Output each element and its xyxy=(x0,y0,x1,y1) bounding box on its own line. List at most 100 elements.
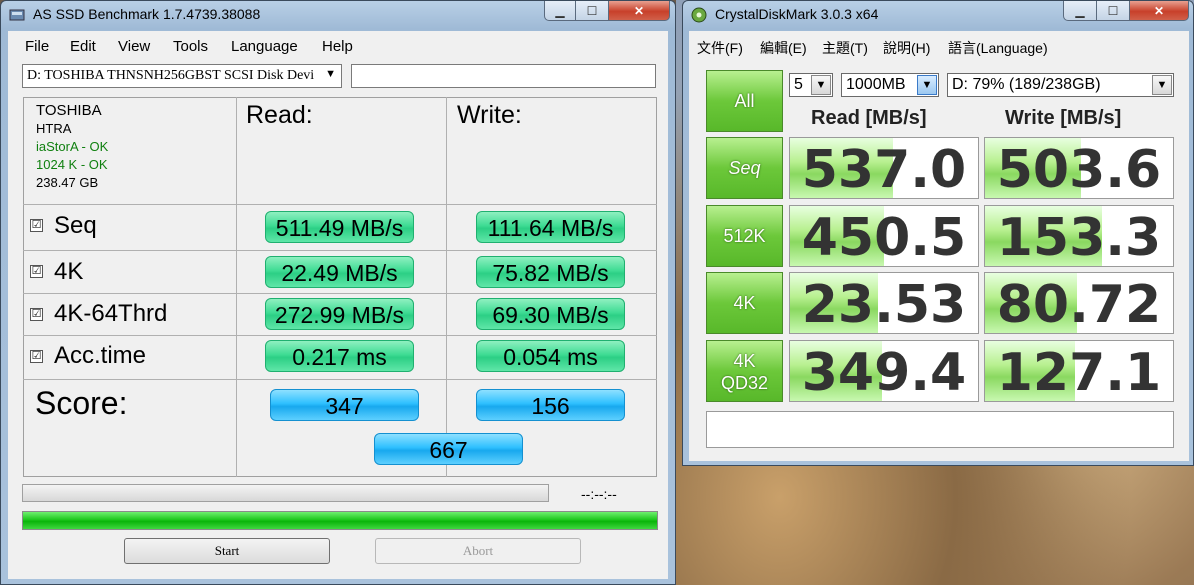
4kqd32-test-label: 4K xyxy=(733,351,756,371)
cdm-menu-help[interactable]: 說明(H) xyxy=(883,38,930,58)
drive-select-value: D: TOSHIBA THNSNH256GBST SCSI Disk Devi xyxy=(27,68,315,83)
acctime-write-value: 0.054 ms xyxy=(476,340,625,372)
write-header: Write: xyxy=(457,101,522,129)
seq-read-value: 511.49 MB/s xyxy=(265,211,414,243)
4k64-label: 4K-64Thrd xyxy=(54,300,168,327)
maximize-button[interactable]: ☐ xyxy=(575,1,609,21)
4kqd32-read-cell: 349.4 xyxy=(789,340,979,402)
drive-select[interactable]: D: TOSHIBA THNSNH256GBST SCSI Disk Devi … xyxy=(22,64,342,88)
menu-tools[interactable]: Tools xyxy=(173,38,208,55)
4kqd32-write-value: 127.1 xyxy=(996,343,1162,402)
4k-write-value: 75.82 MB/s xyxy=(476,256,625,288)
chevron-down-icon: ▼ xyxy=(811,75,831,95)
abort-button[interactable]: Abort xyxy=(375,538,581,564)
cdm-menu-language[interactable]: 語言(Language) xyxy=(948,38,1048,58)
menu-edit[interactable]: Edit xyxy=(70,38,96,55)
cdm-minimize-button[interactable]: ▁ xyxy=(1063,1,1097,21)
cdm-read-header: Read [MB/s] xyxy=(811,107,927,129)
seq-write-value: 111.64 MB/s xyxy=(476,211,625,243)
cdm-menu-theme[interactable]: 主題(T) xyxy=(822,38,868,58)
4k-read-value: 22.49 MB/s xyxy=(265,256,414,288)
cdm-drive-select[interactable]: D: 79% (189/238GB) ▼ xyxy=(947,73,1174,97)
4k-write-cell: 80.72 xyxy=(984,272,1174,334)
chevron-down-icon: ▼ xyxy=(917,75,937,95)
drive-vendor: TOSHIBA xyxy=(36,102,102,119)
4kqd32-read-value: 349.4 xyxy=(801,343,967,402)
menu-help[interactable]: Help xyxy=(322,38,353,55)
4k64-checkbox[interactable]: ☑ xyxy=(30,308,43,321)
drive-alignment-status: 1024 K - OK xyxy=(36,157,108,172)
seq-write-value: 503.6 xyxy=(996,140,1162,199)
512k-read-cell: 450.5 xyxy=(789,205,979,267)
drive-extra-field[interactable] xyxy=(351,64,656,88)
as-ssd-titlebar[interactable]: AS SSD Benchmark 1.7.4739.38088 ▁ ☐ ✕ xyxy=(1,1,675,29)
seq-test-label: Seq xyxy=(728,158,761,178)
acctime-read-value: 0.217 ms xyxy=(265,340,414,372)
cdm-menu-file[interactable]: 文件(F) xyxy=(697,38,743,58)
seq-label: Seq xyxy=(54,212,97,239)
count-select[interactable]: 5 ▼ xyxy=(789,73,833,97)
size-select[interactable]: 1000MB ▼ xyxy=(841,73,939,97)
cdm-close-button[interactable]: ✕ xyxy=(1129,1,1189,21)
4k-write-value: 80.72 xyxy=(996,275,1162,334)
overall-progress-fill xyxy=(23,512,657,529)
4kqd32-test-label2: QD32 xyxy=(720,373,769,393)
as-ssd-app-icon xyxy=(9,9,25,21)
drive-size: 238.47 GB xyxy=(36,175,99,190)
size-select-value: 1000MB xyxy=(846,76,906,93)
drive-info: TOSHIBA HTRA iaStorA - OK 1024 K - OK 23… xyxy=(36,102,108,192)
cdm-menu-edit[interactable]: 編輯(E) xyxy=(760,38,807,58)
close-button[interactable]: ✕ xyxy=(608,1,670,21)
seq-read-value: 537.0 xyxy=(801,140,967,199)
cdm-titlebar[interactable]: CrystalDiskMark 3.0.3 x64 ▁ ☐ ✕ xyxy=(683,1,1193,29)
512k-write-cell: 153.3 xyxy=(984,205,1174,267)
menu-language[interactable]: Language xyxy=(231,38,298,55)
cdm-window-title: CrystalDiskMark 3.0.3 x64 xyxy=(715,6,879,22)
4k64-read-value: 272.99 MB/s xyxy=(265,298,414,330)
score-write-value: 156 xyxy=(476,389,625,421)
512k-read-value: 450.5 xyxy=(801,208,967,267)
window-title: AS SSD Benchmark 1.7.4739.38088 xyxy=(33,6,261,22)
4k-checkbox[interactable]: ☑ xyxy=(30,265,43,278)
4k-label: 4K xyxy=(54,258,84,285)
512k-test-label: 512K xyxy=(723,226,766,246)
seq-test-button[interactable]: Seq xyxy=(706,137,783,199)
4k64-write-value: 69.30 MB/s xyxy=(476,298,625,330)
comment-field[interactable] xyxy=(706,411,1174,448)
acctime-checkbox[interactable]: ☑ xyxy=(30,350,43,363)
acctime-label: Acc.time xyxy=(54,342,147,369)
menu-file[interactable]: File xyxy=(25,38,49,55)
4kqd32-write-cell: 127.1 xyxy=(984,340,1174,402)
read-header: Read: xyxy=(246,101,313,129)
cdm-maximize-button[interactable]: ☐ xyxy=(1096,1,1130,21)
512k-write-value: 153.3 xyxy=(996,208,1162,267)
4k-read-cell: 23.53 xyxy=(789,272,979,334)
drive-firmware: HTRA xyxy=(36,121,72,136)
score-label: Score: xyxy=(35,385,128,421)
all-button[interactable]: All xyxy=(706,70,783,132)
overall-progress-bar xyxy=(22,511,658,530)
chevron-down-icon: ▼ xyxy=(1152,75,1172,95)
as-ssd-window: AS SSD Benchmark 1.7.4739.38088 ▁ ☐ ✕ Fi… xyxy=(0,0,676,585)
4k-read-value: 23.53 xyxy=(801,275,967,334)
drive-driver-status: iaStorA - OK xyxy=(36,139,109,154)
task-progress-bar xyxy=(22,484,549,502)
512k-test-button[interactable]: 512K xyxy=(706,205,783,267)
cdm-drive-select-value: D: 79% (189/238GB) xyxy=(952,76,1101,93)
chevron-down-icon: ▼ xyxy=(325,68,336,80)
score-total-value: 667 xyxy=(374,433,523,465)
seq-read-cell: 537.0 xyxy=(789,137,979,199)
menu-view[interactable]: View xyxy=(118,38,150,55)
seq-write-cell: 503.6 xyxy=(984,137,1174,199)
start-button[interactable]: Start xyxy=(124,538,330,564)
seq-checkbox[interactable]: ☑ xyxy=(30,219,43,232)
minimize-button[interactable]: ▁ xyxy=(544,1,576,21)
4k-test-button[interactable]: 4K xyxy=(706,272,783,334)
4k-test-label: 4K xyxy=(733,293,756,313)
4kqd32-test-button[interactable]: 4K QD32 xyxy=(706,340,783,402)
cdm-window: CrystalDiskMark 3.0.3 x64 ▁ ☐ ✕ 文件(F) 編輯… xyxy=(682,0,1194,466)
score-read-value: 347 xyxy=(270,389,419,421)
count-select-value: 5 xyxy=(794,76,803,93)
time-display: --:--:-- xyxy=(581,486,617,502)
cdm-write-header: Write [MB/s] xyxy=(1005,107,1122,129)
